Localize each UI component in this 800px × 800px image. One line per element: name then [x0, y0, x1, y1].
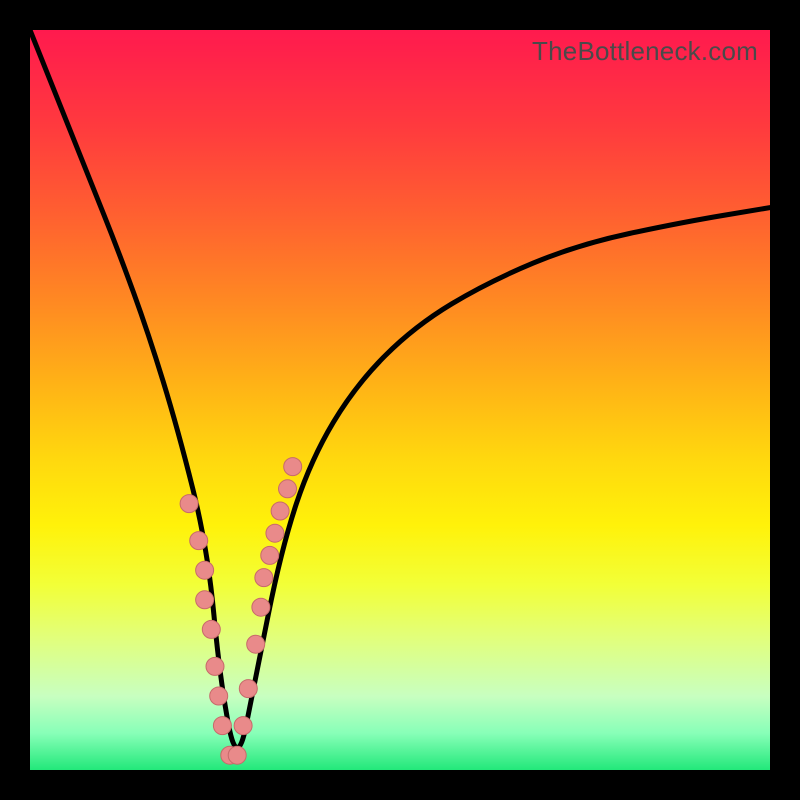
data-point: [252, 598, 270, 616]
data-point: [279, 480, 297, 498]
data-point: [221, 746, 239, 764]
data-points-group: [180, 458, 302, 765]
data-point: [196, 561, 214, 579]
data-point: [196, 591, 214, 609]
data-point: [206, 657, 224, 675]
chart-frame: TheBottleneck.com: [0, 0, 800, 800]
data-point: [190, 532, 208, 550]
chart-plot-area: TheBottleneck.com: [30, 30, 770, 770]
data-point: [255, 569, 273, 587]
data-point: [247, 635, 265, 653]
data-point: [271, 502, 289, 520]
data-point: [234, 717, 252, 735]
data-point: [180, 495, 198, 513]
data-point: [202, 620, 220, 638]
watermark-text: TheBottleneck.com: [532, 36, 758, 67]
data-point: [284, 458, 302, 476]
data-point: [210, 687, 228, 705]
data-point: [213, 717, 231, 735]
data-point: [261, 546, 279, 564]
data-point: [228, 746, 246, 764]
data-point: [239, 680, 257, 698]
bottleneck-curve-path: [30, 30, 770, 748]
chart-svg: [30, 30, 770, 770]
data-point: [266, 524, 284, 542]
